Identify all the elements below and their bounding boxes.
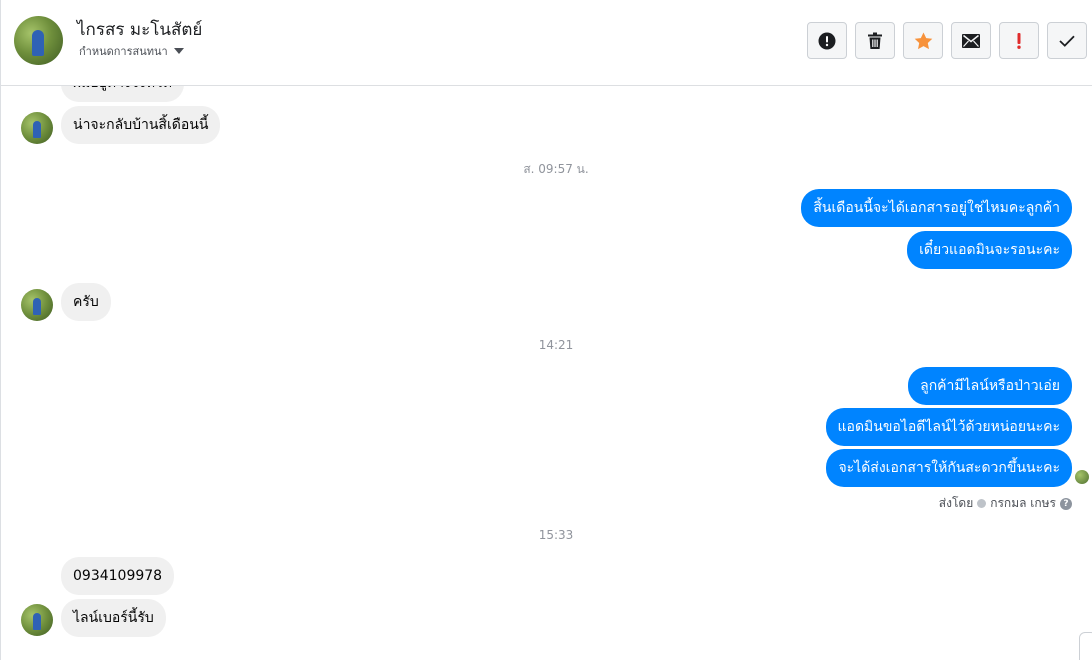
verified-dot-icon [977,499,987,508]
star-icon [914,32,932,49]
important-icon [1017,32,1021,49]
sent-by-info: ส่งโดย กรกมล เกษร ? [939,494,1072,513]
checkmark-icon [1059,35,1075,47]
incoming-message[interactable]: น่าจะกลับบ้านสิ้เดือนนี้ [61,106,221,144]
incoming-message-partial[interactable]: ผมอยู่ต่างจังหวัด [61,86,185,102]
timestamp: 15:33 [538,528,574,542]
contact-avatar[interactable] [14,16,63,65]
sender-avatar [21,289,53,321]
conversation-settings-dropdown[interactable]: กำหนดการสนทนา [79,42,184,60]
caret-down-icon [173,48,184,54]
outgoing-message[interactable]: จะได้ส่งเอกสารให้กันสะดวกขึ้นนะคะ [826,449,1072,487]
conversation-panel: ไกรสร มะโนสัตย์ กำหนดการสนทนา น่าจะกลับบ… [0,0,1092,660]
incoming-message[interactable]: 0934109978 [61,557,175,595]
sender-avatar [21,604,53,636]
seen-indicator-avatar [1075,470,1089,484]
outgoing-message[interactable]: แอดมินขอไอดีไลน์ไว้ด้วยหน่อยนะคะ [825,408,1072,446]
incoming-message[interactable]: ครับ [61,283,111,321]
outgoing-message[interactable]: สิ้นเดือนนี้จะได้เอกสารอยู่ใช่ไหมคะลูกค้… [801,189,1072,227]
envelope-icon [962,33,980,48]
timestamp: ส. 09:57 น. [523,162,589,176]
contact-name[interactable]: ไกรสร มะโนสัตย์ [77,16,202,43]
conversation-settings-label: กำหนดการสนทนา [79,45,168,58]
conversation-header: ไกรสร มะโนสัตย์ กำหนดการสนทนา [1,0,1092,86]
outgoing-message[interactable]: ลูกค้ามีไลน์หรือป่าวเอ่ย [908,367,1072,405]
exclamation-circle-icon [818,32,836,49]
mark-important-button[interactable] [999,22,1039,59]
incoming-message[interactable]: ไลน์เบอร์นี้รับ [61,599,166,637]
scroll-corner-widget[interactable] [1079,632,1092,660]
header-actions [807,22,1087,59]
sender-avatar [21,112,53,144]
sent-by-name[interactable]: กรกมล เกษร [990,494,1056,513]
message-thread[interactable]: ผมอยู่ต่างจังหวัด น่าจะกลับบ้านสิ้เดือนน… [1,86,1092,660]
timestamp: 14:21 [538,338,574,352]
help-icon[interactable]: ? [1060,497,1072,510]
trash-icon [868,32,882,49]
delete-button[interactable] [855,22,895,59]
sent-by-label: ส่งโดย [938,496,974,510]
mark-spam-button[interactable] [807,22,847,59]
mark-unread-button[interactable] [951,22,991,59]
outgoing-message[interactable]: เดี๋ยวแอดมินจะรอนะคะ [907,231,1072,269]
star-button[interactable] [903,22,943,59]
mark-done-button[interactable] [1047,22,1087,59]
